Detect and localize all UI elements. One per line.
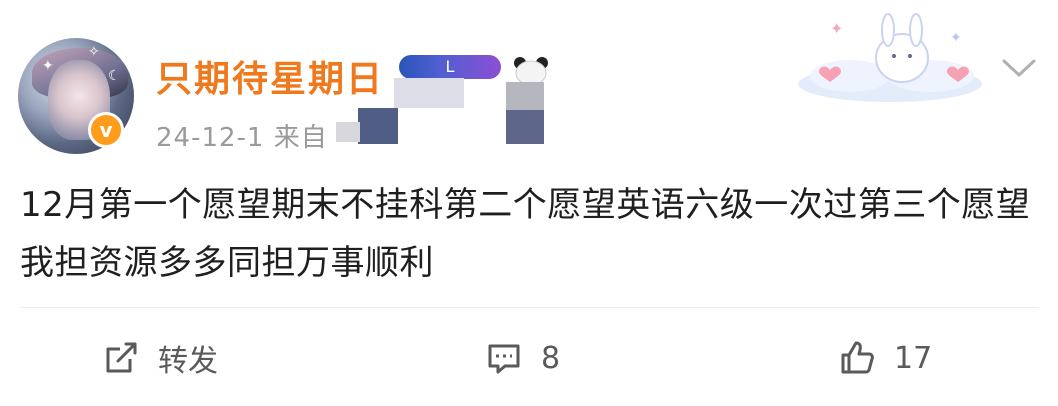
chevron-down-icon[interactable] xyxy=(1000,57,1038,81)
username[interactable]: 只期待星期日 xyxy=(156,50,384,102)
svg-text:✦: ✦ xyxy=(950,30,962,46)
comment-count: 8 xyxy=(541,340,561,376)
like-count: 17 xyxy=(894,340,933,376)
svg-text:✦: ✦ xyxy=(830,19,843,38)
repost-button[interactable]: 转发 xyxy=(102,336,218,380)
panda-icon xyxy=(514,57,548,85)
repost-icon xyxy=(106,342,137,373)
comment-icon xyxy=(488,344,520,374)
post-meta: 24-12-1 来自 xyxy=(156,123,328,153)
comment-button[interactable]: 8 xyxy=(485,336,560,380)
moon-icon: ☾ xyxy=(108,68,121,84)
blurred-region xyxy=(336,122,360,142)
fan-badge[interactable]: L xyxy=(399,55,501,79)
blurred-region xyxy=(394,78,464,108)
post-card: ✦ ✧ ☾ v 只期待星期日 L 24-12-1 来自 ✦ ✦ 12月第一个愿望… xyxy=(0,0,1058,406)
thumbs-up-icon xyxy=(841,341,874,374)
blurred-region xyxy=(506,110,544,144)
sparkle-icon: ✦ xyxy=(42,58,54,74)
divider xyxy=(20,307,1038,308)
verified-badge: v xyxy=(88,112,124,148)
cloud-bunny-decoration: ✦ ✦ xyxy=(798,13,982,102)
sparkle-icon: ✧ xyxy=(88,44,100,60)
blurred-region xyxy=(358,108,398,144)
like-button[interactable]: 17 xyxy=(838,336,932,380)
post-content: 12月第一个愿望期末不挂科第二个愿望英语六级一次过第三个愿望我担资源多多同担万事… xyxy=(20,185,1031,283)
repost-label: 转发 xyxy=(158,344,218,379)
